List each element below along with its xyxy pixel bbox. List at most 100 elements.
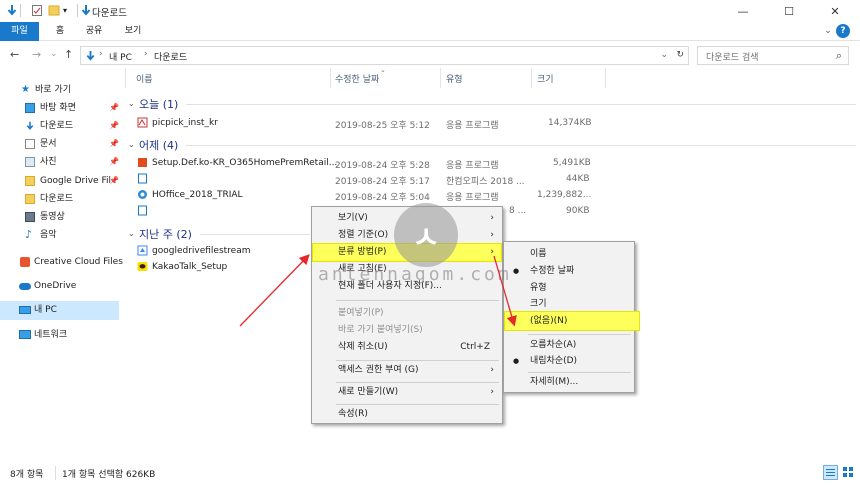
- tab-home[interactable]: 홈: [48, 22, 72, 41]
- sidebar-item-downloads[interactable]: 다운로드 📌: [0, 118, 120, 134]
- menu-item-label: 유형: [530, 283, 547, 293]
- help-icon[interactable]: ?: [836, 24, 850, 38]
- submenu-arrow-icon: ›: [490, 213, 494, 223]
- pc-icon: [19, 306, 31, 314]
- sidebar-item-creative-cloud[interactable]: Creative Cloud Files: [0, 254, 123, 270]
- column-header-type[interactable]: 유형: [446, 72, 463, 85]
- address-dropdown-icon[interactable]: ⌄: [660, 50, 668, 60]
- column-header-name[interactable]: 이름: [136, 72, 153, 85]
- tab-file[interactable]: 파일: [0, 22, 39, 41]
- close-button[interactable]: ✕: [812, 0, 858, 22]
- back-arrow-icon[interactable]: ←: [10, 48, 19, 61]
- submenu-item-ascending[interactable]: 오름차순(A): [504, 337, 634, 354]
- office-setup-icon: [138, 158, 147, 167]
- pin-icon[interactable]: 📌: [109, 100, 119, 116]
- customize-toolbar-icon[interactable]: ▾: [63, 4, 75, 17]
- search-icon[interactable]: ⌕: [836, 49, 842, 63]
- download-icon: [26, 121, 34, 130]
- file-date: 2019-08-24 오후 5:28: [335, 161, 430, 171]
- menu-item-give-access[interactable]: 액세스 권한 부여 (G) ›: [312, 362, 502, 379]
- breadcrumb-chevron-icon: ›: [144, 49, 148, 59]
- search-input[interactable]: 다운로드 검색: [706, 50, 759, 63]
- expand-ribbon-icon[interactable]: ⌄: [822, 22, 834, 41]
- submenu-item-name[interactable]: 이름: [504, 246, 634, 263]
- column-divider[interactable]: [330, 68, 331, 88]
- column-divider[interactable]: [531, 68, 532, 88]
- download-arrow-icon[interactable]: [6, 4, 18, 17]
- sidebar-item-music[interactable]: ♪ 음악: [0, 227, 120, 243]
- file-name: KakaoTalk_Setup: [152, 262, 228, 272]
- submenu-item-type[interactable]: 유형: [504, 280, 634, 297]
- menu-item-paste: 붙여넣기(P): [312, 305, 502, 322]
- submenu-item-more[interactable]: 자세히(M)...: [504, 374, 634, 391]
- pin-icon[interactable]: 📌: [109, 118, 119, 134]
- menu-item-properties[interactable]: 속성(R): [312, 406, 502, 423]
- collapse-chevron-icon[interactable]: ⌄: [128, 229, 135, 238]
- properties-icon[interactable]: [31, 4, 43, 17]
- file-date: 2019-08-24 오후 5:04: [335, 193, 430, 203]
- menu-item-label: 삭제 취소(U): [338, 342, 388, 352]
- sidebar-item-my-pc[interactable]: 내 PC: [0, 301, 119, 320]
- collapse-chevron-icon[interactable]: ⌄: [128, 140, 135, 149]
- folder-icon: [25, 194, 35, 204]
- details-view-icon[interactable]: [823, 465, 838, 480]
- pin-icon[interactable]: 📌: [109, 154, 119, 170]
- pin-icon[interactable]: 📌: [109, 173, 119, 189]
- sidebar-item-documents[interactable]: 문서 📌: [0, 136, 120, 152]
- refresh-icon[interactable]: ↻: [676, 50, 684, 60]
- sidebar-item-downloads-folder[interactable]: 다운로드: [0, 191, 120, 207]
- column-header-size[interactable]: 크기: [537, 72, 554, 85]
- new-folder-icon[interactable]: [48, 4, 60, 17]
- recent-locations-icon[interactable]: ⌄: [50, 49, 58, 59]
- menu-item-undo-delete[interactable]: 삭제 취소(U) Ctrl+Z: [312, 339, 502, 356]
- sidebar-item-label: OneDrive: [34, 281, 77, 291]
- sidebar-item-label: 내 PC: [34, 305, 57, 315]
- group-header-today[interactable]: 오늘 (1): [139, 96, 178, 112]
- tab-view[interactable]: 보기: [120, 22, 146, 41]
- search-box[interactable]: 다운로드 검색 ⌕: [697, 46, 849, 65]
- group-header-last-week[interactable]: 지난 주 (2): [139, 226, 192, 242]
- large-icons-view-icon[interactable]: [841, 465, 856, 480]
- desktop-icon: [25, 103, 35, 113]
- submenu-item-none[interactable]: (없음)(N): [504, 313, 634, 330]
- sidebar-item-onedrive[interactable]: OneDrive: [0, 278, 120, 294]
- group-header-yesterday[interactable]: 어제 (4): [139, 137, 178, 153]
- maximize-button[interactable]: ☐: [766, 0, 812, 22]
- menu-item-label: 내림차순(D): [530, 356, 578, 366]
- menu-item-new[interactable]: 새로 만들기(W) ›: [312, 384, 502, 401]
- group-by-submenu: 이름 ● 수정한 날짜 유형 크기 (없음)(N) 오름차순(A) ● 내림차순…: [503, 241, 640, 393]
- column-divider[interactable]: [605, 68, 606, 88]
- column-header-date[interactable]: 수정한 날짜: [335, 72, 379, 85]
- breadcrumb-my-pc[interactable]: 내 PC: [109, 50, 132, 63]
- menu-separator: [336, 300, 499, 301]
- menu-item-label: 액세스 권한 부여 (G): [338, 365, 419, 375]
- annotation-arrow: [239, 254, 310, 327]
- sidebar-item-network[interactable]: 네트워크: [0, 327, 120, 343]
- sidebar-item-quick-access[interactable]: ★ 바로 가기: [0, 82, 120, 98]
- menu-item-label: 자세히(M)...: [530, 377, 579, 387]
- menu-separator: [336, 382, 499, 383]
- address-bar[interactable]: › 내 PC › 다운로드 ⌄ ↻: [80, 46, 689, 65]
- file-size: 1,239,882...: [537, 190, 592, 200]
- menu-item-label: 오름차순(A): [530, 340, 577, 350]
- download-folder-icon: [81, 5, 91, 16]
- forward-arrow-icon[interactable]: →: [32, 48, 41, 61]
- sidebar-item-pictures[interactable]: 사진 📌: [0, 154, 120, 170]
- submenu-item-descending[interactable]: ● 내림차순(D): [504, 353, 634, 370]
- sidebar-item-desktop[interactable]: 바탕 화면 📌: [0, 100, 120, 116]
- collapse-chevron-icon[interactable]: ⌄: [128, 99, 135, 108]
- submenu-item-date-modified[interactable]: ● 수정한 날짜: [504, 263, 634, 280]
- google-drive-icon: [137, 245, 148, 256]
- tab-share[interactable]: 공유: [81, 22, 107, 41]
- column-divider[interactable]: [440, 68, 441, 88]
- up-arrow-icon[interactable]: ↑: [64, 48, 73, 61]
- sidebar-item-videos[interactable]: 동영상: [0, 209, 120, 225]
- sidebar-item-label: 바탕 화면: [40, 103, 76, 113]
- pin-icon[interactable]: 📌: [109, 136, 119, 152]
- breadcrumb-chevron-icon: ›: [99, 49, 103, 59]
- sidebar-item-google-drive[interactable]: Google Drive Fil 📌: [0, 173, 120, 189]
- menu-item-label: 수정한 날짜: [530, 266, 575, 276]
- minimize-button[interactable]: —: [720, 0, 766, 22]
- folder-icon: [25, 176, 35, 186]
- breadcrumb-downloads[interactable]: 다운로드: [154, 50, 187, 63]
